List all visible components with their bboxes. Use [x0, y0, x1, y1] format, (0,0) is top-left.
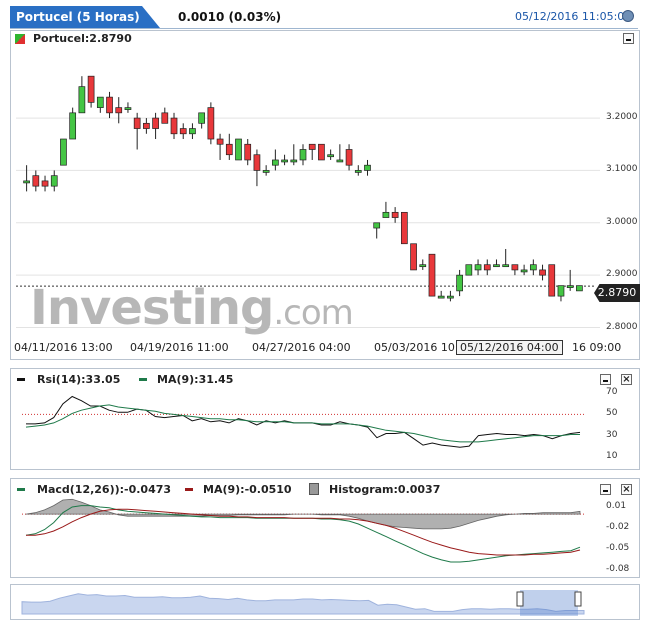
candle	[520, 264, 528, 276]
price-y-tick: 2.9000	[606, 269, 638, 280]
candle	[548, 264, 556, 297]
candle	[382, 201, 390, 218]
rsi-y-tick: 70	[606, 387, 618, 398]
candle	[456, 269, 463, 297]
candle	[262, 165, 270, 176]
price-y-tick: 3.0000	[606, 216, 638, 227]
minimize-icon[interactable]	[600, 374, 611, 385]
candle	[253, 149, 261, 187]
candle	[474, 259, 482, 276]
macd-y-tick: 0.01	[606, 501, 627, 512]
candle	[96, 96, 104, 113]
macd-y-tick: -0.05	[606, 543, 630, 554]
x-label-6: 16 09:00	[572, 341, 622, 354]
candle	[428, 253, 436, 297]
candle	[290, 144, 298, 166]
macd-ma-legend: MA(9):-0.0510	[203, 483, 292, 496]
candle	[465, 264, 473, 276]
x-label-1: 04/11/2016 13:00	[14, 341, 113, 354]
watermark-logo: Investing.com	[30, 280, 354, 336]
candle	[60, 138, 67, 166]
x-label-3: 04/27/2016 04:00	[252, 341, 351, 354]
x-cursor-label: 05/12/2016 04:00	[456, 340, 563, 355]
macd-y-tick: -0.08	[606, 564, 630, 575]
candle	[170, 112, 178, 140]
close-icon[interactable]: ×	[621, 484, 632, 495]
macd-legend: Macd(12,26)):-0.0473	[37, 483, 172, 496]
rsi-swatch	[17, 378, 25, 381]
price-y-tick: 3.1000	[606, 164, 638, 175]
macd-swatch	[17, 488, 25, 491]
candle	[189, 123, 196, 140]
candle	[281, 154, 288, 166]
candle	[32, 170, 40, 192]
rsi-y-tick: 50	[606, 408, 618, 419]
candle	[437, 290, 445, 299]
price-y-tick: 2.8000	[606, 321, 638, 332]
candle	[152, 112, 159, 140]
rsi-panel: Rsi(14):33.05 MA(9):31.45 ×	[10, 368, 640, 470]
candle	[511, 264, 519, 276]
navigator-panel[interactable]	[10, 584, 640, 620]
candle	[354, 165, 362, 176]
candle	[23, 165, 30, 192]
rsi-legend: Rsi(14):33.05	[37, 373, 121, 386]
candle	[336, 144, 344, 163]
candle	[216, 133, 224, 160]
close-icon[interactable]: ×	[621, 374, 632, 385]
candle	[50, 170, 58, 192]
candle	[391, 207, 399, 223]
candle	[207, 102, 215, 145]
candle	[143, 118, 150, 134]
x-label-2: 04/19/2016 11:00	[130, 341, 229, 354]
candle	[327, 149, 334, 160]
candle	[373, 222, 381, 239]
histogram-swatch	[309, 483, 319, 495]
macd-y-tick: -0.02	[606, 522, 630, 533]
candle	[87, 75, 95, 108]
candle	[502, 248, 510, 268]
rsi-y-tick: 30	[606, 429, 618, 440]
candle	[318, 143, 325, 161]
histogram-legend: Histogram:0.0037	[329, 483, 441, 496]
candle	[225, 133, 233, 160]
candle	[78, 76, 86, 114]
candle	[161, 107, 169, 124]
macd-ma-swatch	[185, 488, 193, 491]
candle	[345, 144, 353, 171]
rsi-y-tick: 10	[606, 450, 618, 461]
candle	[400, 211, 408, 245]
candle	[69, 107, 77, 140]
candle	[106, 91, 113, 119]
candle	[539, 264, 546, 281]
candle	[133, 112, 141, 150]
candle	[244, 139, 252, 166]
candle	[566, 269, 574, 291]
candle	[364, 159, 371, 176]
rsi-ma-legend: MA(9):31.45	[157, 373, 234, 386]
x-label-4: 05/03/2016 10	[374, 341, 455, 354]
candle	[447, 290, 454, 302]
candle	[115, 97, 123, 124]
candle	[179, 123, 187, 140]
last-price-tag: 2.8790	[594, 284, 640, 302]
candle	[557, 285, 565, 302]
candle	[198, 112, 206, 129]
rsi-ma-swatch	[139, 378, 147, 381]
minimize-icon[interactable]	[600, 484, 611, 495]
candle	[576, 285, 583, 292]
candle	[419, 259, 427, 270]
candle	[235, 138, 242, 161]
candle	[41, 175, 49, 192]
price-y-tick: 3.2000	[606, 112, 638, 123]
macd-panel: Macd(12,26)):-0.0473 MA(9):-0.0510 Histo…	[10, 478, 640, 578]
candle	[299, 144, 307, 166]
candle	[529, 259, 537, 276]
candle	[124, 102, 132, 113]
candle	[493, 259, 500, 268]
candle	[410, 243, 417, 271]
candle	[308, 143, 316, 160]
candle	[272, 149, 279, 171]
candle	[483, 259, 491, 276]
